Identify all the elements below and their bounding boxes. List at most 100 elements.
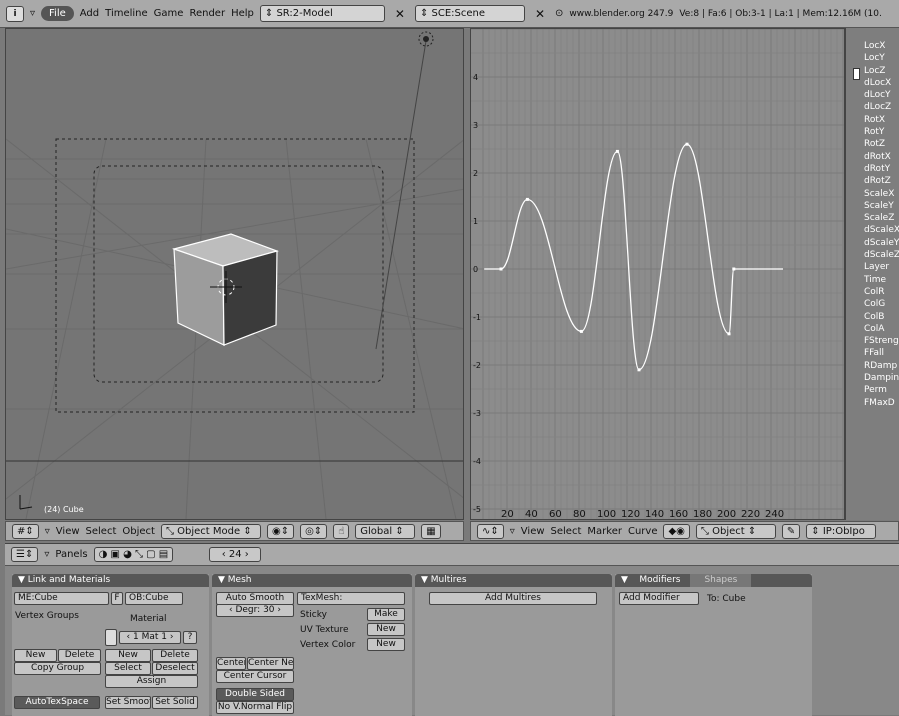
ipo-keyframe-point[interactable] [579,329,583,333]
material-assign-button[interactable]: Assign [105,675,198,688]
scene-delete-button[interactable]: ✕ [531,7,549,21]
ipo-channel-scaley[interactable]: ScaleY [846,200,899,212]
set-smooth-button[interactable]: Set Smoot [105,696,151,709]
multires-panel-title[interactable]: ▼ Multires [415,574,612,587]
sticky-make-button[interactable]: Make [367,608,405,621]
double-sided-toggle[interactable]: Double Sided [216,688,294,701]
scene-field[interactable]: ⇕ SCE:Scene [414,5,525,22]
ipo-channel-scalex[interactable]: ScaleX [846,188,899,200]
ipo-keyframe-point[interactable] [615,149,619,153]
ipo-channel-rdamp[interactable]: RDamp [846,360,899,372]
mesh-datablock-field[interactable]: ME:Cube [14,592,109,605]
object-datablock-field[interactable]: OB:Cube [125,592,183,605]
no-vnormal-flip-toggle[interactable]: No V.Normal Flip [216,701,294,714]
info-icon[interactable]: i [6,5,24,22]
ipo-keyframe-point[interactable] [727,332,731,336]
ipo-channel-dscaley[interactable]: dScaleY [846,237,899,249]
ipo-channel-colr[interactable]: ColR [846,286,899,298]
ipo-header-collapse-icon[interactable]: ▿ [510,526,515,537]
vgroup-new-button[interactable]: New [14,649,57,662]
ipo-channel-scalez[interactable]: ScaleZ [846,212,899,224]
degr-field[interactable]: ‹ Degr: 30 › [216,604,294,617]
ipo-channel-fmaxd[interactable]: FMaxD [846,397,899,409]
editor-type-icon[interactable]: #⇕ [12,523,39,539]
view-menu[interactable]: View [56,526,80,537]
select-menu[interactable]: Select [86,526,117,537]
buttons-editor-type-icon[interactable]: ☰⇕ [11,547,39,562]
pin-icon[interactable]: ✎ [781,523,801,539]
file-menu[interactable]: File [41,6,74,21]
link-materials-title[interactable]: ▼ Link and Materials [12,574,209,587]
ipo-channel-dlocy[interactable]: dLocY [846,89,899,101]
scene-browse-icon[interactable]: ⇕ [420,8,432,19]
menu-add[interactable]: Add [80,8,99,19]
material-help-button[interactable]: ? [183,631,197,644]
ipo-marker-menu[interactable]: Marker [587,526,622,537]
tab-shapes[interactable]: Shapes [690,574,752,587]
fake-user-button[interactable]: F [111,592,123,605]
mode-selector[interactable]: ⤡ Object Mode ⇕ [160,523,261,539]
add-modifier-button[interactable]: Add Modifier [619,592,699,605]
ipo-channel-perm[interactable]: Perm [846,384,899,396]
draw-type-selector[interactable]: ◉⇕ [266,523,295,539]
ipo-channel-roty[interactable]: RotY [846,126,899,138]
ipo-channel-time[interactable]: Time [846,274,899,286]
set-solid-button[interactable]: Set Solid [152,696,198,709]
ipo-channel-cola[interactable]: ColA [846,323,899,335]
ipo-curve-menu[interactable]: Curve [628,526,658,537]
ipo-channel-rotx[interactable]: RotX [846,114,899,126]
menu-render[interactable]: Render [189,8,225,19]
ipo-channel-locy[interactable]: LocY [846,52,899,64]
ipo-channel-drotz[interactable]: dRotZ [846,175,899,187]
manipulator-toggle[interactable]: ☝ [333,523,350,539]
uv-texture-new-button[interactable]: New [367,623,405,636]
ipo-editor-type-icon[interactable]: ∿⇕ [477,523,504,539]
material-delete-button[interactable]: Delete [152,649,198,662]
ipo-type-icons[interactable]: ◆◉ [663,523,690,539]
material-select-button[interactable]: Select [105,662,151,675]
ipo-select-menu[interactable]: Select [551,526,582,537]
material-index-field[interactable]: ‹ 1 Mat 1 › [119,631,181,644]
ipo-keyframe-point[interactable] [637,368,641,372]
frame-counter[interactable]: ‹ 24 › [209,547,262,562]
ipo-keyframe-point[interactable] [732,267,736,271]
ipo-keyframe-point[interactable] [685,142,689,146]
screen-field[interactable]: ⇕ SR:2-Model [259,5,385,22]
ipo-channel-fstreng[interactable]: FStreng [846,335,899,347]
menu-game[interactable]: Game [154,8,184,19]
ipo-channel-ffall[interactable]: FFall [846,347,899,359]
pivot-selector[interactable]: ◎⇕ [300,523,328,539]
menu-help[interactable]: Help [231,8,254,19]
autotexspace-toggle[interactable]: AutoTexSpace [14,696,100,709]
website-link[interactable]: www.blender.org 247.9 [569,9,673,19]
collapse-menu-icon[interactable]: ▿ [30,8,35,19]
ipo-view-menu[interactable]: View [521,526,545,537]
object-menu[interactable]: Object [122,526,155,537]
ipo-block-selector[interactable]: ⇕ IP:ObIpo [806,523,877,539]
ipo-curve-editor[interactable]: 4 3 2 1 0 -1 -2 -3 -4 -5 20 40 60 80 100 120 140 160 180 20… [470,28,845,520]
orientation-selector[interactable]: Global ⇕ [355,523,416,539]
ipo-channel-locx[interactable]: LocX [846,40,899,52]
header-collapse-icon[interactable]: ▿ [45,526,50,537]
ipo-keyframe-point[interactable] [525,197,529,201]
vgroup-delete-button[interactable]: Delete [58,649,101,662]
ipo-channel-droty[interactable]: dRotY [846,163,899,175]
vertex-color-new-button[interactable]: New [367,638,405,651]
center-cursor-button[interactable]: Center Cursor [216,670,294,683]
3d-viewport[interactable]: (24) Cube [5,28,464,520]
ipo-object-selector[interactable]: ⤡ Object ⇕ [695,523,776,539]
copy-group-button[interactable]: Copy Group [14,662,101,675]
ipo-channel-colb[interactable]: ColB [846,311,899,323]
material-color-swatch[interactable] [105,629,117,646]
material-deselect-button[interactable]: Deselect [152,662,198,675]
menu-timeline[interactable]: Timeline [105,8,148,19]
mesh-panel-title[interactable]: ▼ Mesh [212,574,412,587]
add-multires-button[interactable]: Add Multires [429,592,597,605]
center-new-button[interactable]: Center Ne [247,657,294,670]
texmesh-field[interactable]: TexMesh: [297,592,405,605]
ipo-channel-dampin[interactable]: Dampin [846,372,899,384]
ipo-channel-colg[interactable]: ColG [846,298,899,310]
screen-browse-icon[interactable]: ⇕ [265,8,277,19]
tab-modifiers[interactable]: ▼ Modifiers [621,574,680,587]
ipo-channel-dscalex[interactable]: dScaleX [846,224,899,236]
